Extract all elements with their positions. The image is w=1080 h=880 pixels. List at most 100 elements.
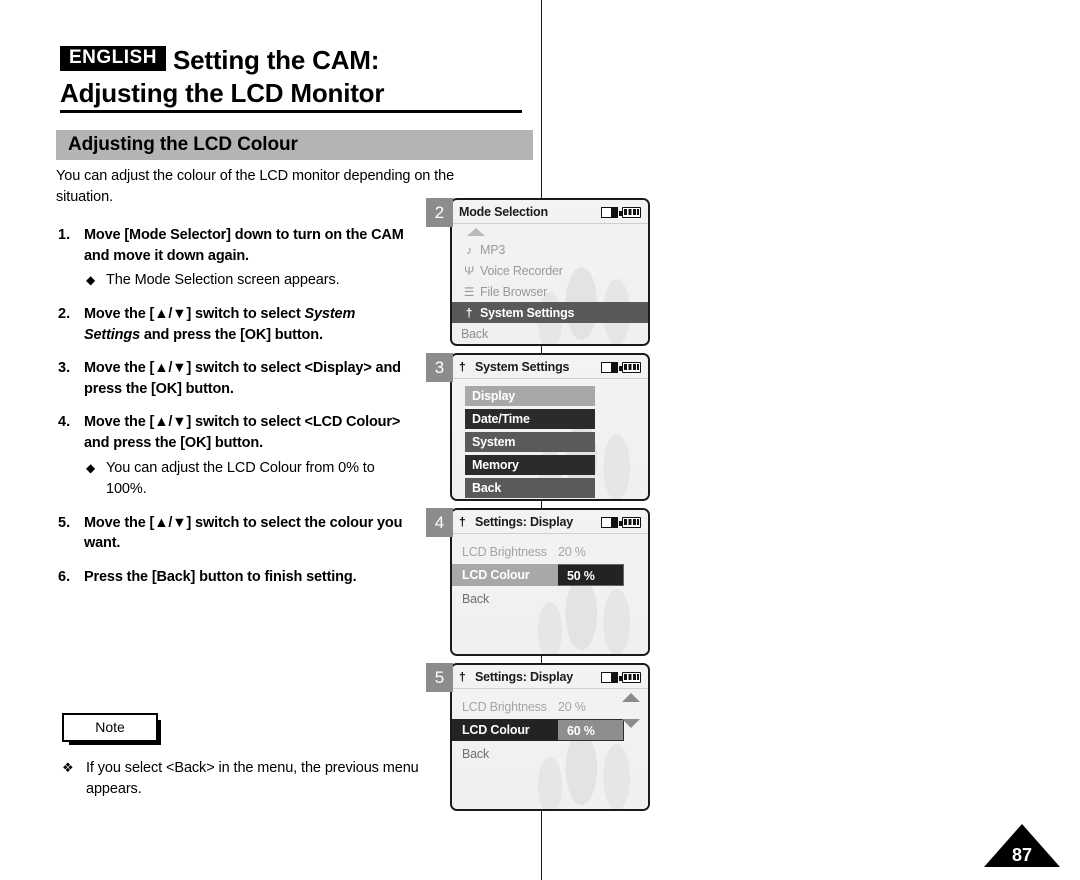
lcd-status-icons [601,671,641,683]
settings-button-back[interactable]: Back [465,478,595,498]
scroll-down-arrow-icon[interactable] [622,719,640,728]
step-text-post: and press the [OK] button. [140,326,323,343]
music-note-icon: ♪ [466,242,472,257]
memory-card-icon [601,671,618,683]
setting-row-back[interactable]: Back [452,743,648,764]
step-text: Move the [▲/▼] switch to select System S… [84,304,410,345]
menu-item-mp3[interactable]: ♪ MP3 [452,239,648,260]
tools-icon: † [465,305,473,320]
lcd-screen: † Settings: Display LCD Brightness 20 % [450,663,650,811]
english-step-3: 3. Move the [▲/▼] switch to select <Disp… [58,358,410,399]
memory-card-icon [601,361,618,373]
setting-row-back[interactable]: Back [452,588,648,609]
lcd-header-title: Settings: Display [475,670,574,684]
page-root: ENGLISH Setting the CAM: Adjusting the L… [0,0,1080,880]
lcd-screen: Mode Selection ♪ MP3 Ψ Voice Recorder ☰ … [450,198,650,346]
english-step-4: 4. Move the [▲/▼] switch to select <LCD … [58,412,410,499]
note-text: If you select <Back> in the menu, the pr… [86,760,419,798]
microphone-icon: Ψ [464,263,474,278]
setting-row-lcd-brightness[interactable]: LCD Brightness 20 % [452,541,648,562]
scroll-arrows [622,693,640,728]
english-title-main: Setting the CAM: [172,45,380,75]
setting-value: 50 % [558,564,624,586]
step-badge: 3 [426,353,453,382]
battery-icon [619,206,641,218]
step-subpoint-text: The Mode Selection screen appears. [106,272,340,289]
diamond-bullet-icon: ◆ [86,273,96,288]
step-number: 2. [58,306,71,323]
step-subpoint-text: You can adjust the LCD Colour from 0% to… [106,459,375,497]
step-number: 4. [58,414,71,431]
english-step-5: 5. Move the [▲/▼] switch to select the c… [58,513,410,554]
step-text: Press the [Back] button to finish settin… [84,568,357,585]
setting-label: LCD Brightness [462,544,547,559]
english-title-line-1: ENGLISH Setting the CAM: [60,44,530,77]
english-step-2: 2. Move the [▲/▼] switch to select Syste… [58,304,410,345]
menu-item-back[interactable]: Back [452,323,648,344]
battery-icon [619,671,641,683]
memory-card-icon [601,516,618,528]
step-text: Move the [▲/▼] switch to select <Display… [84,360,401,397]
english-title-line-2: Adjusting the LCD Monitor [60,78,385,109]
setting-row-lcd-brightness[interactable]: LCD Brightness 20 % [452,696,648,717]
lcd-status-icons [601,361,641,373]
lcd-header-title: Settings: Display [475,515,574,529]
menu-item-label: MP3 [480,242,506,257]
setting-label: LCD Brightness [462,699,547,714]
mode-selection-list: ♪ MP3 Ψ Voice Recorder ☰ File Browser † … [452,224,648,344]
setting-label: LCD Colour [452,719,558,741]
step-subpoint: ◆ The Mode Selection screen appears. [84,270,410,291]
tools-icon: † [459,670,466,684]
menu-item-system-settings[interactable]: † System Settings [452,302,648,323]
scroll-up-arrow-icon[interactable] [622,693,640,702]
menu-item-voice-recorder[interactable]: Ψ Voice Recorder [452,260,648,281]
settings-button-display[interactable]: Display [465,386,595,406]
lcd-header-title: System Settings [475,360,570,374]
lcd-header: Mode Selection [452,200,648,224]
english-section-heading: Adjusting the LCD Colour [56,130,533,160]
step-number: 3. [58,360,71,377]
step-subpoint: ◆ You can adjust the LCD Colour from 0% … [84,458,410,500]
settings-button-system[interactable]: System [465,432,595,452]
page-number: 87 [1011,845,1033,865]
menu-item-file-browser[interactable]: ☰ File Browser [452,281,648,302]
setting-row-lcd-colour[interactable]: LCD Colour 50 % [452,564,624,586]
step-number: 1. [58,227,71,243]
step-text: Move [Mode Selector] down to turn on the… [84,227,404,264]
step-badge: 5 [426,663,453,692]
menu-item-label: Voice Recorder [480,263,563,278]
step-text-pre: Move the [▲/▼] switch to select [84,306,305,323]
menu-item-label: Back [461,326,488,341]
lcd-screen: † System Settings Display Date/Time Syst… [450,353,650,501]
step-number: 5. [58,514,71,531]
battery-icon [619,516,641,528]
step-number: 6. [58,568,71,585]
note-bullet-icon: ❖ [62,760,74,775]
settings-button-memory[interactable]: Memory [465,455,595,475]
english-note-block: Note ❖ If you select <Back> in the menu,… [62,713,422,800]
lcd-status-icons [601,206,641,218]
note-body: ❖ If you select <Back> in the menu, the … [62,758,422,800]
scroll-up-arrow-icon[interactable] [467,228,485,236]
lcd-header: † Settings: Display [452,665,648,689]
english-step-6: 6. Press the [Back] button to finish set… [58,567,410,588]
step-text: Move the [▲/▼] switch to select the colo… [84,514,403,552]
setting-label: LCD Colour [452,564,558,586]
lcd-screen: † Settings: Display LCD Brightness 20 % [450,508,650,656]
battery-icon [619,361,641,373]
settings-button-date-time[interactable]: Date/Time [465,409,595,429]
step-badge: 2 [426,198,453,227]
document-icon: ☰ [463,284,475,299]
lcd-header-title: Mode Selection [459,205,548,219]
english-language-tag: ENGLISH [60,46,166,71]
step-text: Move the [▲/▼] switch to select <LCD Col… [84,414,401,452]
setting-row-lcd-colour[interactable]: LCD Colour 60 % [452,719,624,741]
setting-label: Back [462,591,489,606]
setting-value: 60 % [558,719,624,741]
diamond-bullet-icon: ◆ [86,460,96,475]
english-title-rule [60,110,522,113]
menu-item-label: System Settings [480,305,575,320]
tools-icon: † [459,515,466,529]
step-badge: 4 [426,508,453,537]
note-label: Note [62,713,161,745]
